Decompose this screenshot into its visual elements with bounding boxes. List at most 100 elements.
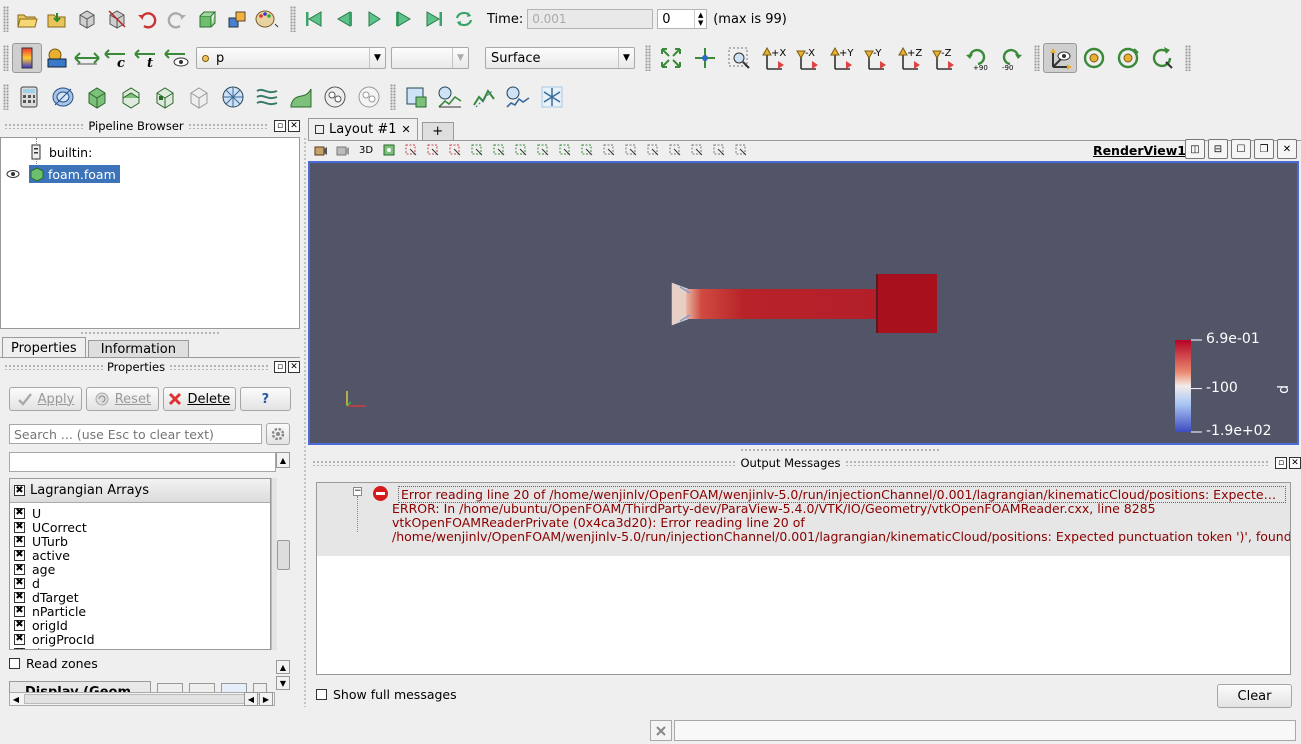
select-cells-icon[interactable] — [400, 141, 422, 159]
apply-button[interactable]: Apply — [9, 387, 82, 411]
time-value-field[interactable]: 0.001 — [527, 9, 654, 29]
undo-button[interactable] — [132, 4, 162, 34]
calculator-button[interactable] — [12, 82, 46, 112]
ruler-icon[interactable] — [708, 141, 730, 159]
tab-properties[interactable]: Properties — [2, 337, 86, 358]
connect-button[interactable] — [72, 4, 102, 34]
list-item[interactable]: ✖ U — [10, 506, 270, 521]
pick-center-button[interactable] — [1111, 43, 1145, 73]
delete-button[interactable]: Delete — [162, 387, 236, 411]
component-dropdown[interactable]: ▼ — [391, 47, 469, 69]
disconnect-button[interactable] — [102, 4, 132, 34]
float-panel-icon[interactable]: ▫ — [1275, 457, 1287, 469]
stream-tracer-button[interactable] — [250, 82, 284, 112]
array-checkbox[interactable]: ✖ — [14, 535, 25, 547]
scroll-up-icon[interactable]: ▲ — [276, 452, 290, 468]
contour-button[interactable] — [46, 82, 80, 112]
view-plus-y-button[interactable]: +Y — [824, 43, 858, 73]
array-checkbox[interactable]: ✖ — [14, 633, 25, 645]
hover-cells-icon[interactable] — [664, 141, 686, 159]
scroll-left-icon[interactable]: ◀ — [10, 695, 22, 704]
clear-button[interactable]: Clear — [1217, 684, 1292, 708]
add-layout-tab[interactable]: + — [421, 122, 454, 140]
view-plus-x-button[interactable]: +X — [756, 43, 790, 73]
warp-by-vector-button[interactable] — [284, 82, 318, 112]
edit-select-icon[interactable] — [598, 141, 620, 159]
reset-session-button[interactable] — [192, 4, 222, 34]
select-frustum-icon[interactable] — [444, 141, 466, 159]
toggle-color-legend-button[interactable] — [12, 43, 42, 73]
list-item[interactable]: ✖ origId — [10, 618, 270, 633]
tab-layout-1[interactable]: Layout #1 ✕ — [308, 118, 418, 140]
rescale-temporal-range-button[interactable]: t — [132, 43, 162, 73]
select-clear-icon[interactable] — [576, 141, 598, 159]
plot-data-button[interactable] — [501, 82, 535, 112]
read-zones-option[interactable]: Read zones — [9, 656, 98, 671]
last-frame-button[interactable] — [419, 4, 449, 34]
toolbar-grip[interactable] — [1034, 45, 1040, 71]
channel-geometry[interactable] — [671, 274, 937, 333]
render-view[interactable]: 6.9e-01 -100 -1.9e+02 p — [308, 161, 1299, 445]
toolbar-grip[interactable] — [390, 84, 396, 110]
horizontal-scrollbar[interactable]: ◀ — [9, 692, 275, 706]
split-camera-icon[interactable] — [310, 141, 332, 159]
list-item[interactable]: ✖ dTarget — [10, 590, 270, 605]
toolbar-grip[interactable] — [645, 45, 651, 71]
zoom-to-box-button[interactable] — [722, 43, 756, 73]
error-message-row[interactable]: − Error reading line 20 of /home/wenjinl… — [317, 483, 1290, 556]
scroll-down-icon[interactable]: ▼ — [276, 676, 290, 690]
advanced-settings-button[interactable] — [266, 423, 290, 445]
rescale-data-range-button[interactable] — [72, 43, 102, 73]
array-checkbox[interactable]: ✖ — [14, 507, 25, 519]
capture-icon[interactable] — [332, 141, 354, 159]
array-checkbox[interactable]: ✖ — [14, 521, 25, 533]
next-frame-button[interactable] — [389, 4, 419, 34]
edit-colormap-button[interactable] — [42, 43, 72, 73]
list-item[interactable]: ✖ active — [10, 548, 270, 563]
redo-button[interactable] — [162, 4, 192, 34]
status-close-button[interactable] — [650, 720, 672, 741]
load-state-button[interactable] — [42, 4, 72, 34]
extract-level-button[interactable] — [352, 82, 386, 112]
clear-selection-icon[interactable] — [620, 141, 642, 159]
query-selection-button[interactable] — [399, 82, 433, 112]
extract-subset-button[interactable] — [182, 82, 216, 112]
list-item[interactable]: ✖ nParticle — [10, 604, 270, 619]
tab-information[interactable]: Information — [87, 340, 189, 358]
timestep-spinbox[interactable]: 0 ▲ ▼ — [657, 9, 708, 29]
vertical-splitter[interactable] — [303, 137, 307, 707]
toolbar-grip[interactable] — [3, 45, 9, 71]
pipeline-item-foam[interactable]: foam.foam — [29, 165, 120, 183]
toolbar-grip[interactable] — [290, 6, 296, 32]
outer-scrollbar-thumb[interactable] — [277, 540, 290, 570]
list-item[interactable]: ✖ rho — [10, 646, 270, 649]
toolbar-grip[interactable] — [3, 84, 9, 110]
collapse-icon[interactable]: − — [353, 487, 362, 496]
array-checkbox[interactable]: ✖ — [14, 563, 25, 575]
view-plus-z-button[interactable]: +Z — [892, 43, 926, 73]
open-file-button[interactable] — [12, 4, 42, 34]
eye-visible-icon[interactable] — [6, 168, 20, 183]
rescale-visible-range-button[interactable] — [162, 43, 192, 73]
previous-frame-button[interactable] — [329, 4, 359, 34]
scroll-left-icon[interactable]: ◀ — [244, 692, 258, 706]
first-frame-button[interactable] — [299, 4, 329, 34]
splitter-handle[interactable] — [80, 331, 220, 335]
toolbar-grip[interactable] — [1185, 45, 1191, 71]
show-full-messages-checkbox[interactable] — [316, 689, 327, 700]
select-block-icon[interactable] — [466, 141, 488, 159]
properties-search-input[interactable] — [9, 424, 262, 444]
probe-icon[interactable] — [686, 141, 708, 159]
select-polygon-icon[interactable] — [510, 141, 532, 159]
close-tab-icon[interactable]: ✕ — [402, 123, 411, 136]
threshold-button[interactable] — [148, 82, 182, 112]
select-grow-icon[interactable] — [532, 141, 554, 159]
splitter-handle[interactable] — [740, 448, 940, 452]
slice-button[interactable] — [114, 82, 148, 112]
interactive-select-icon[interactable] — [488, 141, 510, 159]
reset-button[interactable]: Reset — [85, 387, 159, 411]
close-panel-icon[interactable]: ✕ — [288, 120, 301, 132]
list-item[interactable]: ✖ age — [10, 562, 270, 577]
glyph-button[interactable] — [216, 82, 250, 112]
scroll-up-icon[interactable]: ▲ — [276, 660, 290, 674]
